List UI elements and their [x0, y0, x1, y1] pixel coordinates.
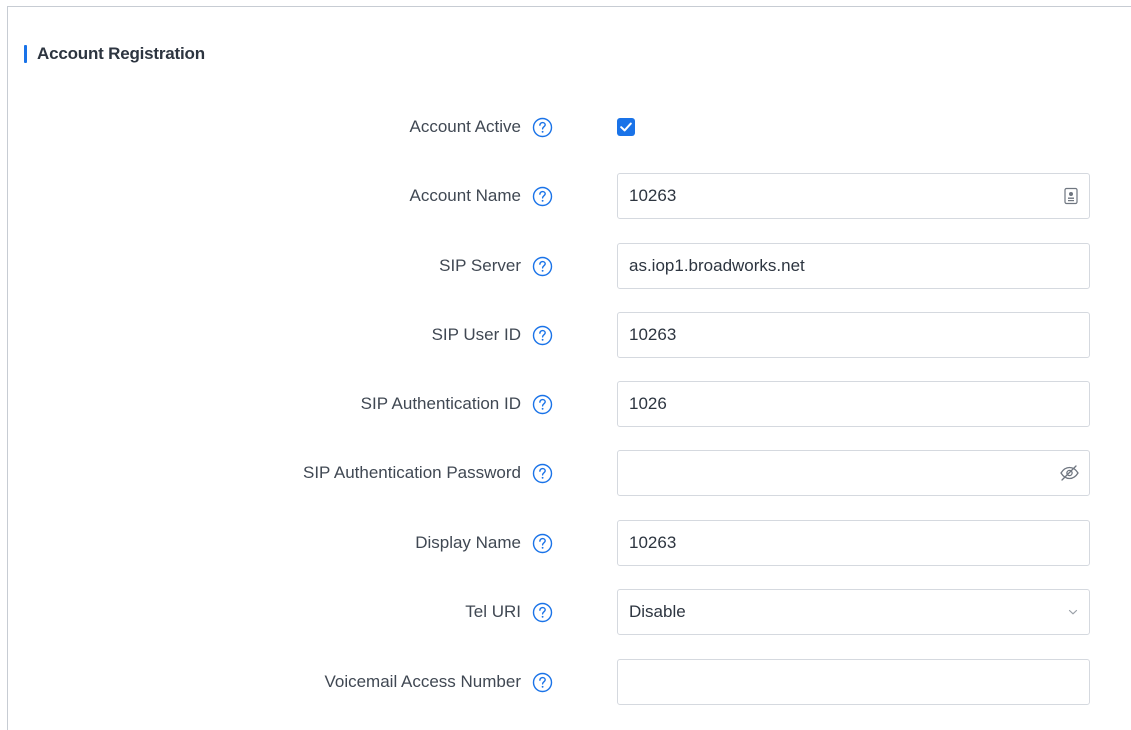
row-sip-server: SIP Server	[0, 243, 1131, 289]
label-wrap: Voicemail Access Number	[324, 659, 553, 705]
help-icon[interactable]	[532, 602, 553, 623]
row-display-name: Display Name	[0, 520, 1131, 566]
account-name-field	[617, 173, 1090, 219]
chevron-down-icon	[1067, 608, 1079, 616]
sip-server-label: SIP Server	[439, 256, 521, 275]
account-active-label: Account Active	[409, 117, 521, 136]
help-icon[interactable]	[532, 186, 553, 207]
sip-user-id-field	[617, 312, 1090, 358]
tel-uri-select[interactable]: Disable	[617, 589, 1090, 635]
help-icon[interactable]	[532, 672, 553, 693]
sip-server-field	[617, 243, 1090, 289]
label-wrap: Display Name	[415, 520, 553, 566]
row-account-name: Account Name	[0, 173, 1131, 219]
account-name-label: Account Name	[409, 186, 522, 205]
voicemail-access-number-label: Voicemail Access Number	[324, 672, 521, 691]
tel-uri-label: Tel URI	[465, 602, 521, 621]
sip-auth-id-input[interactable]	[618, 382, 1089, 426]
row-tel-uri: Tel URI Disable	[0, 589, 1131, 635]
account-active-checkbox[interactable]	[617, 118, 635, 136]
sip-user-id-input[interactable]	[618, 313, 1089, 357]
row-sip-auth-id: SIP Authentication ID	[0, 381, 1131, 427]
row-sip-auth-password: SIP Authentication Password	[0, 450, 1131, 496]
label-wrap: SIP User ID	[432, 312, 553, 358]
section-title: Account Registration	[37, 44, 205, 63]
help-icon[interactable]	[532, 325, 553, 346]
checkmark-icon	[620, 122, 632, 132]
label-wrap: Tel URI	[465, 589, 553, 635]
tel-uri-selected-value: Disable	[629, 602, 686, 621]
sip-auth-password-field	[617, 450, 1090, 496]
row-account-active: Account Active	[0, 104, 1131, 150]
label-wrap: Account Name	[410, 173, 554, 219]
label-wrap: Account Active	[409, 104, 553, 150]
display-name-label: Display Name	[415, 533, 521, 552]
label-wrap: SIP Server	[439, 243, 553, 289]
account-name-input[interactable]	[618, 174, 1089, 218]
sip-user-id-label: SIP User ID	[431, 325, 521, 344]
voicemail-access-number-input[interactable]	[618, 660, 1089, 704]
label-wrap: SIP Authentication Password	[303, 450, 553, 496]
help-icon[interactable]	[532, 463, 553, 484]
help-icon[interactable]	[532, 256, 553, 277]
sip-server-input[interactable]	[618, 244, 1089, 288]
section-header: Account Registration	[24, 43, 205, 65]
row-sip-user-id: SIP User ID	[0, 312, 1131, 358]
voicemail-access-number-field	[617, 659, 1090, 705]
help-icon[interactable]	[532, 394, 553, 415]
sip-auth-password-label: SIP Authentication Password	[303, 463, 521, 482]
row-voicemail-access-number: Voicemail Access Number	[0, 659, 1131, 705]
help-icon[interactable]	[532, 117, 553, 138]
label-wrap: SIP Authentication ID	[361, 381, 553, 427]
sip-auth-id-label: SIP Authentication ID	[360, 394, 521, 413]
section-accent-bar	[24, 45, 27, 63]
password-visibility-icon[interactable]	[1059, 464, 1079, 482]
sip-auth-id-field	[617, 381, 1090, 427]
contact-card-icon[interactable]	[1063, 187, 1079, 205]
help-icon[interactable]	[532, 533, 553, 554]
display-name-field	[617, 520, 1090, 566]
display-name-input[interactable]	[618, 521, 1089, 565]
sip-auth-password-input[interactable]	[618, 451, 1089, 495]
